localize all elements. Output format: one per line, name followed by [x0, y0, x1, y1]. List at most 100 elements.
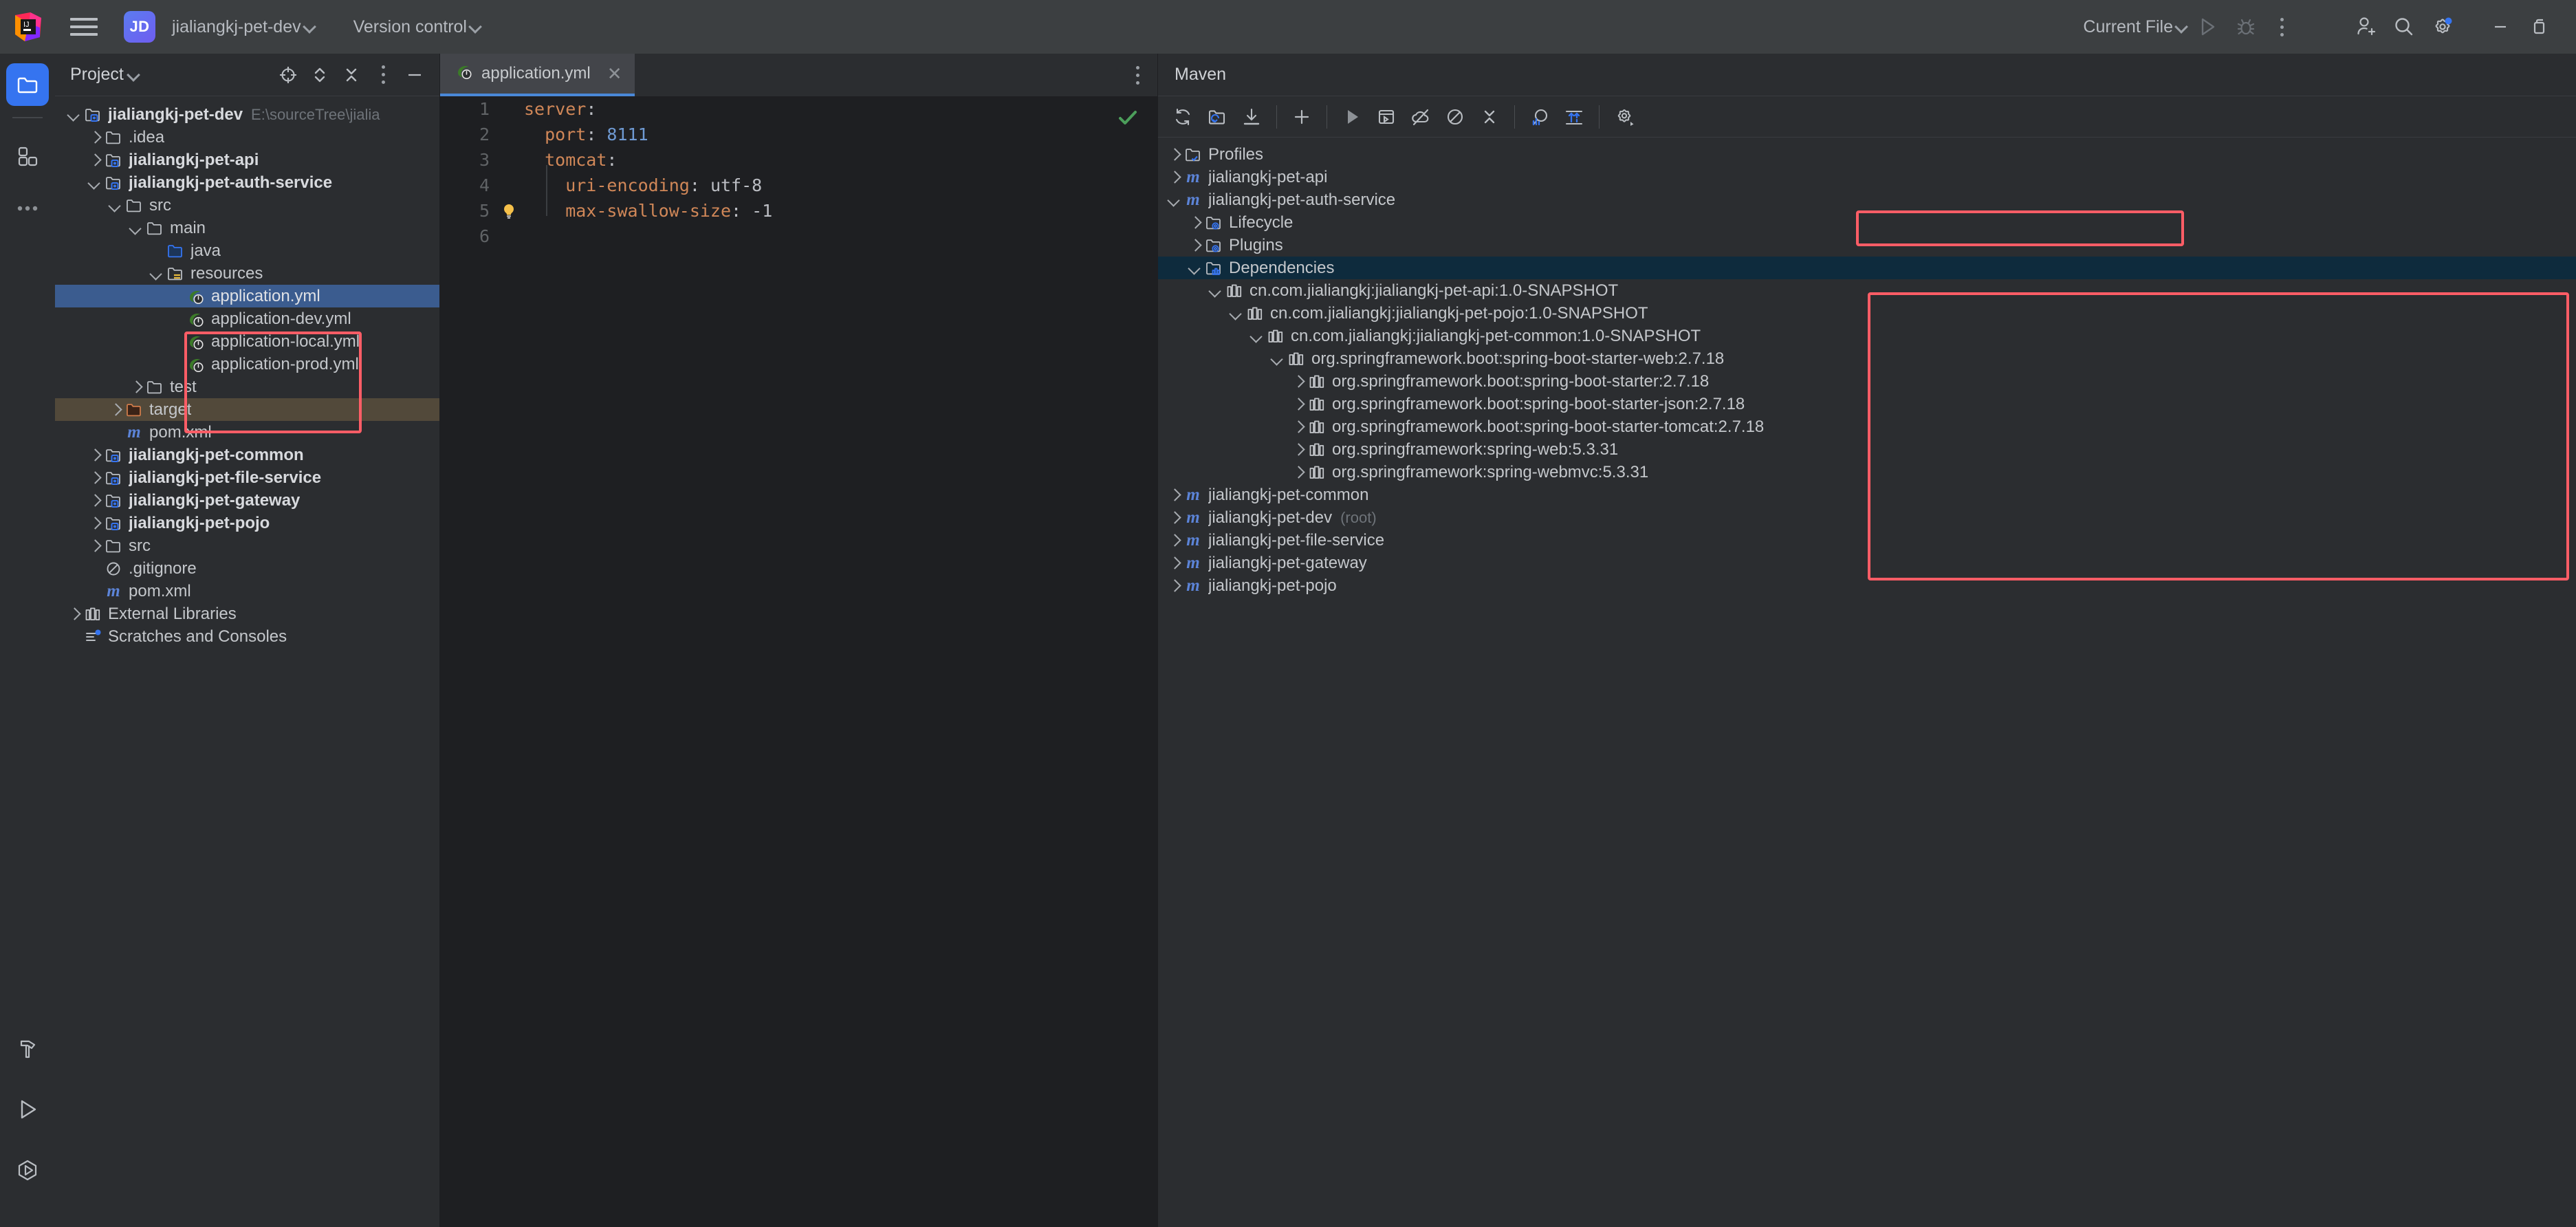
chevron-right-icon[interactable] [1289, 395, 1307, 413]
tab-application-yml[interactable]: application.yml ✕ [440, 54, 635, 96]
restore-window-icon[interactable] [2520, 8, 2558, 46]
chevron-right-icon[interactable] [1165, 554, 1183, 572]
chevron-right-icon[interactable] [106, 401, 124, 419]
chevron-right-icon[interactable] [85, 537, 103, 555]
tree-row[interactable]: m jialiangkj-pet-dev (root) [1158, 506, 2576, 529]
chevron-right-icon[interactable] [1165, 169, 1183, 186]
chevron-right-icon[interactable] [85, 469, 103, 487]
chevron-right-icon[interactable] [1165, 532, 1183, 550]
tree-row[interactable]: org.springframework.boot:spring-boot-sta… [1158, 370, 2576, 393]
tree-row[interactable]: java [55, 239, 439, 262]
sidebar-item-project[interactable] [6, 63, 49, 106]
tree-row[interactable]: jialiangkj-pet-dev E:\sourceTree\jialia [55, 103, 439, 126]
project-name-dropdown[interactable]: jialiangkj-pet-dev [165, 13, 316, 41]
tree-row[interactable]: jialiangkj-pet-auth-service [55, 171, 439, 194]
chevron-right-icon[interactable] [1165, 509, 1183, 527]
chevron-down-icon[interactable] [1247, 327, 1265, 345]
search-icon[interactable] [2385, 8, 2423, 46]
chevron-right-icon[interactable] [1289, 373, 1307, 391]
tree-row[interactable]: cn.com.jialiangkj:jialiangkj-pet-pojo:1.… [1158, 302, 2576, 325]
project-file-tree[interactable]: jialiangkj-pet-dev E:\sourceTree\jialia .… [55, 96, 439, 648]
expand-arrows-icon[interactable] [1558, 100, 1591, 133]
intention-bulb-icon[interactable] [494, 202, 524, 220]
code-line[interactable]: 5 max-swallow-size: -1 [440, 198, 1157, 224]
chevron-down-icon[interactable] [106, 197, 124, 215]
tree-row[interactable]: Dependencies [1158, 257, 2576, 279]
close-icon[interactable]: ✕ [607, 63, 622, 85]
sidebar-item-run[interactable] [6, 1088, 49, 1131]
chevron-right-icon[interactable] [85, 446, 103, 464]
sidebar-item-services[interactable] [6, 1149, 49, 1191]
tree-row[interactable]: cn.com.jialiangkj:jialiangkj-pet-api:1.0… [1158, 279, 2576, 302]
plus-icon[interactable] [1285, 100, 1318, 133]
skip-tests-icon[interactable] [1439, 100, 1472, 133]
chevron-right-icon[interactable] [1289, 418, 1307, 436]
version-control-dropdown[interactable]: Version control [347, 13, 482, 41]
tree-row[interactable]: org.springframework:spring-web:5.3.31 [1158, 438, 2576, 461]
tree-row[interactable]: Lifecycle [1158, 211, 2576, 234]
collapse-all-icon[interactable] [336, 60, 367, 90]
chevron-right-icon[interactable] [127, 378, 144, 396]
tree-row[interactable]: m pom.xml [55, 580, 439, 602]
tree-row[interactable]: m jialiangkj-pet-file-service [1158, 529, 2576, 552]
chevron-down-icon[interactable] [1206, 282, 1224, 300]
code-line[interactable]: 6 [440, 224, 1157, 249]
chevron-right-icon[interactable] [85, 151, 103, 169]
chevron-right-icon[interactable] [85, 514, 103, 532]
tree-row[interactable]: External Libraries [55, 602, 439, 625]
crosshair-target-icon[interactable] [273, 60, 303, 90]
run-configuration-dropdown[interactable]: Current File [2076, 13, 2188, 41]
offline-cloud-icon[interactable] [1404, 100, 1437, 133]
tree-row[interactable]: test [55, 376, 439, 398]
code-line[interactable]: 2 port: 8111 [440, 122, 1157, 147]
hide-panel-button[interactable] [400, 60, 430, 90]
gear-icon[interactable] [2423, 8, 2462, 46]
sidebar-item-more-tool-windows[interactable] [6, 187, 49, 230]
tree-row[interactable]: target [55, 398, 439, 421]
sidebar-item-structure[interactable] [6, 135, 49, 177]
chevron-down-icon[interactable] [147, 265, 165, 283]
tree-row[interactable]: .gitignore [55, 557, 439, 580]
tree-row[interactable]: src [55, 194, 439, 217]
more-vertical-icon[interactable] [368, 60, 398, 90]
chevron-down-icon[interactable] [1268, 350, 1286, 368]
chevron-right-icon[interactable] [65, 605, 83, 623]
download-icon[interactable] [1235, 100, 1268, 133]
tree-row[interactable]: .idea [55, 126, 439, 149]
tree-row[interactable]: jialiangkj-pet-gateway [55, 489, 439, 512]
chevron-right-icon[interactable] [1186, 237, 1203, 254]
collapse-all-icon[interactable] [1473, 100, 1506, 133]
minimize-icon[interactable] [2481, 8, 2520, 46]
tree-row[interactable]: application-prod.yml [55, 353, 439, 376]
chevron-down-icon[interactable] [1165, 191, 1183, 209]
refresh-icon[interactable] [1166, 100, 1199, 133]
debug-bug-icon[interactable] [2227, 8, 2265, 46]
tree-row[interactable]: m pom.xml [55, 421, 439, 444]
project-panel-title-dropdown[interactable]: Project [70, 65, 133, 85]
tree-row[interactable]: jialiangkj-pet-api [55, 149, 439, 171]
tree-row[interactable]: m jialiangkj-pet-api [1158, 166, 2576, 188]
gear-icon[interactable] [1608, 100, 1641, 133]
tree-row[interactable]: application.yml [55, 285, 439, 307]
code-line[interactable]: 4 uri-encoding: utf-8 [440, 173, 1157, 198]
main-menu-button[interactable] [70, 13, 98, 41]
add-user-icon[interactable] [2346, 8, 2385, 46]
tree-row[interactable]: m jialiangkj-pet-auth-service [1158, 188, 2576, 211]
green-check-icon[interactable] [1116, 106, 1139, 133]
maven-project-tree[interactable]: Profiles m jialiangkj-pet-api m jialiangkj-p… [1158, 138, 2576, 597]
chevron-right-icon[interactable] [1165, 146, 1183, 164]
tree-row[interactable]: org.springframework:spring-webmvc:5.3.31 [1158, 461, 2576, 484]
chevron-right-icon[interactable] [85, 492, 103, 510]
tree-row[interactable]: main [55, 217, 439, 239]
more-vertical-icon[interactable] [2265, 8, 2298, 46]
chevron-down-icon[interactable] [65, 106, 83, 124]
chevron-updown-icon[interactable] [305, 60, 335, 90]
code-line[interactable]: 3 tomcat: [440, 147, 1157, 173]
tree-row[interactable]: jialiangkj-pet-pojo [55, 512, 439, 534]
tree-row[interactable]: Plugins [1158, 234, 2576, 257]
tree-row[interactable]: Profiles [1158, 143, 2576, 166]
tree-row[interactable]: org.springframework.boot:spring-boot-sta… [1158, 347, 2576, 370]
chevron-down-icon[interactable] [127, 219, 144, 237]
tree-row[interactable]: resources [55, 262, 439, 285]
tree-row[interactable]: org.springframework.boot:spring-boot-sta… [1158, 393, 2576, 415]
